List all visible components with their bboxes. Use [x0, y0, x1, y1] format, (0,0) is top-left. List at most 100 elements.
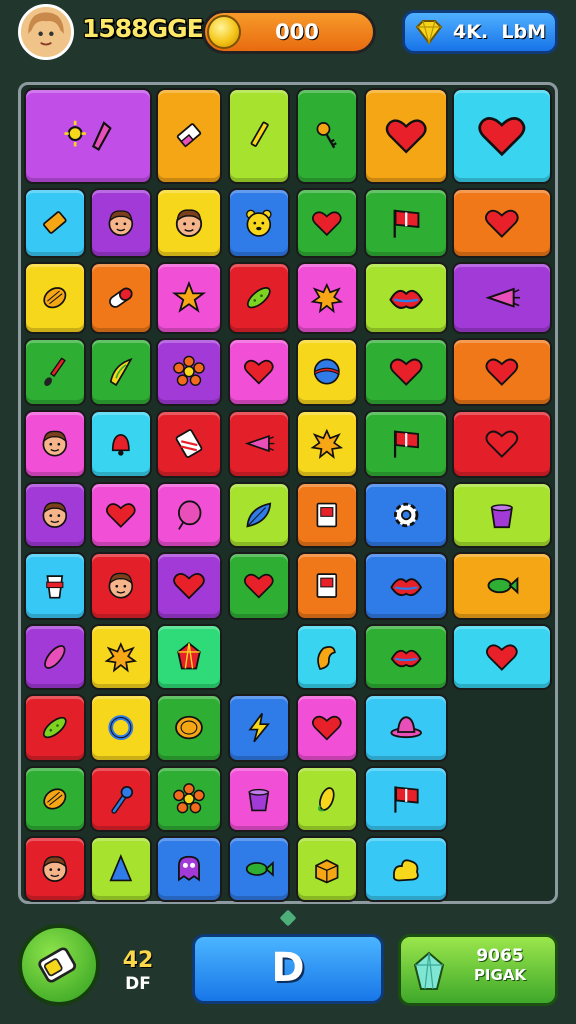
board-tile[interactable] — [228, 88, 290, 184]
board-tile[interactable] — [452, 262, 552, 334]
board-tile[interactable] — [364, 410, 448, 478]
melon-icon — [43, 287, 67, 309]
board-tile[interactable] — [364, 624, 448, 690]
board-tile[interactable] — [228, 410, 290, 478]
board-tile[interactable] — [296, 188, 358, 258]
bear-icon — [246, 209, 272, 237]
flower-icon — [173, 356, 205, 387]
board-tile[interactable] — [228, 262, 290, 334]
board-tile[interactable] — [90, 766, 152, 832]
board-tile[interactable] — [452, 338, 552, 406]
board-tile[interactable] — [156, 552, 222, 620]
board-tile[interactable] — [156, 262, 222, 334]
board-tile[interactable] — [228, 552, 290, 620]
board-tile[interactable] — [228, 338, 290, 406]
heart-icon — [106, 503, 136, 528]
heart-icon — [485, 359, 519, 387]
board-tile[interactable] — [156, 624, 222, 690]
board-tile[interactable] — [90, 338, 152, 406]
heart-icon — [173, 573, 205, 600]
board-tile[interactable] — [24, 188, 86, 258]
flag-icon — [393, 209, 420, 238]
board-tile[interactable] — [296, 88, 358, 184]
board-tile[interactable] — [90, 482, 152, 548]
heart-icon — [486, 644, 518, 671]
board-tile[interactable] — [24, 836, 86, 902]
player-avatar[interactable] — [18, 4, 74, 60]
board-tile[interactable] — [296, 262, 358, 334]
board-tile[interactable] — [156, 482, 222, 548]
board-tile[interactable] — [24, 694, 86, 762]
main-action-button[interactable]: D — [192, 934, 384, 1004]
shell-icon — [317, 646, 337, 671]
board-tile[interactable] — [364, 262, 448, 334]
board-tile[interactable] — [90, 836, 152, 902]
board-tile[interactable] — [296, 836, 358, 902]
board-tile[interactable] — [156, 188, 222, 258]
key-icon — [316, 122, 338, 149]
board-tile[interactable] — [364, 766, 448, 832]
board-tile[interactable] — [24, 552, 86, 620]
bucket-icon — [490, 504, 514, 529]
gear-icon — [393, 502, 419, 528]
board-tile[interactable] — [452, 552, 552, 620]
board-tile[interactable] — [156, 766, 222, 832]
board-tile[interactable] — [296, 410, 358, 478]
bomb-booster-button[interactable] — [18, 924, 100, 1006]
board-tile[interactable] — [364, 88, 448, 184]
hat-icon — [390, 716, 422, 739]
board-tile[interactable] — [452, 188, 552, 258]
board-tile[interactable] — [364, 188, 448, 258]
heart-icon — [385, 119, 427, 154]
board-tile[interactable] — [90, 188, 152, 258]
board-tile[interactable] — [364, 338, 448, 406]
board-tile[interactable] — [24, 410, 86, 478]
board-tile[interactable] — [24, 624, 86, 690]
coin-counter[interactable]: 000 — [202, 10, 376, 54]
board-tile[interactable] — [364, 552, 448, 620]
board-tile[interactable] — [452, 88, 552, 184]
board-tile[interactable] — [24, 338, 86, 406]
board-tile[interactable] — [452, 624, 552, 690]
board-tile[interactable] — [296, 624, 358, 690]
board-tile[interactable] — [228, 766, 290, 832]
board-tile[interactable] — [228, 694, 290, 762]
shop-button[interactable]: 9065 PIGAK — [398, 934, 558, 1006]
board-tile[interactable] — [364, 482, 448, 548]
board-tile[interactable] — [228, 482, 290, 548]
face-icon — [42, 431, 68, 457]
board-tile[interactable] — [228, 188, 290, 258]
board-tile[interactable] — [24, 88, 152, 184]
board-tile[interactable] — [296, 694, 358, 762]
board-tile[interactable] — [90, 262, 152, 334]
board-tile[interactable] — [296, 766, 358, 832]
board-tile[interactable] — [296, 552, 358, 620]
board-tile[interactable] — [228, 836, 290, 902]
heart-icon — [244, 360, 274, 385]
wrench-icon — [111, 786, 134, 814]
board-tile[interactable] — [90, 552, 152, 620]
board-tile[interactable] — [90, 694, 152, 762]
board-tile[interactable] — [296, 338, 358, 406]
board-tile[interactable] — [156, 88, 222, 184]
crystal-icon — [413, 951, 445, 990]
board-tile[interactable] — [452, 482, 552, 548]
board-tile[interactable] — [24, 262, 86, 334]
board-tile[interactable] — [24, 766, 86, 832]
fish-icon — [246, 861, 274, 877]
board-tile[interactable] — [364, 836, 448, 902]
board-tile[interactable] — [452, 410, 552, 478]
board-tile[interactable] — [156, 836, 222, 902]
board-tile[interactable] — [156, 338, 222, 406]
board-tile[interactable] — [24, 482, 86, 548]
board-tile[interactable] — [156, 694, 222, 762]
board-tile[interactable] — [90, 624, 152, 690]
board-tile[interactable] — [90, 410, 152, 478]
board-tile[interactable] — [364, 694, 448, 762]
card-icon — [316, 573, 338, 599]
lips-icon — [390, 649, 422, 668]
gem-counter[interactable]: 4K. LbM — [402, 10, 558, 54]
fish-icon — [487, 577, 519, 595]
board-tile[interactable] — [296, 482, 358, 548]
board-tile[interactable] — [156, 410, 222, 478]
